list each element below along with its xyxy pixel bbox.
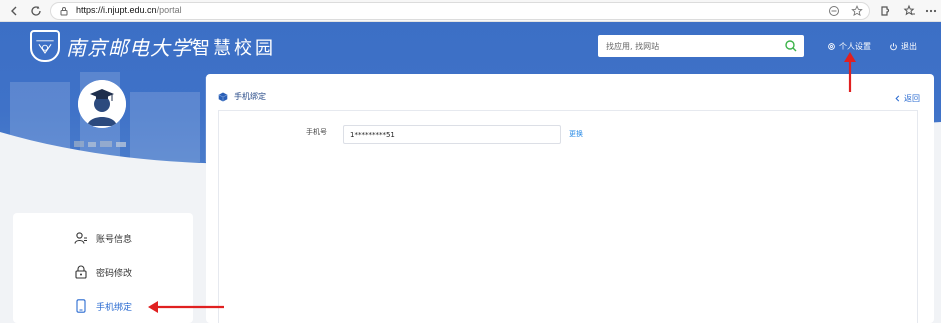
more-menu-icon[interactable]: [924, 4, 938, 18]
logo-script: 南京邮电大学·: [66, 36, 200, 60]
menu-item-label: 账号信息: [96, 234, 133, 245]
logout-label: 退出: [901, 42, 917, 51]
phone-number-field[interactable]: [343, 125, 561, 144]
menu-item-label: 密码修改: [96, 268, 133, 279]
cube-icon: [218, 92, 228, 101]
star-icon[interactable]: [851, 5, 863, 17]
panel-title-text: 手机绑定: [234, 92, 266, 101]
graduate-avatar-icon: [78, 80, 126, 128]
username-blurred: [74, 141, 126, 147]
search-icon[interactable]: [784, 39, 798, 53]
change-phone-link[interactable]: 更换: [569, 129, 583, 139]
avatar[interactable]: [78, 80, 126, 128]
menu-item-label: 手机绑定: [96, 302, 133, 313]
browser-toolbar: https://i.njupt.edu.cn/portal: [0, 0, 941, 22]
back-link[interactable]: 返回: [894, 93, 920, 104]
panel-title: 手机绑定: [218, 91, 266, 102]
phone-label: 手机号: [306, 128, 327, 136]
url-text: https://i.njupt.edu.cn/portal: [76, 5, 182, 15]
gear-icon: [828, 43, 835, 50]
menu-item-password[interactable]: 密码修改: [13, 258, 193, 286]
reload-icon[interactable]: [28, 3, 44, 19]
power-icon: [890, 43, 897, 51]
logo-title: 智慧校园: [192, 38, 276, 59]
extension-icon[interactable]: [878, 4, 892, 18]
chevron-left-icon: [895, 95, 900, 102]
menu-item-account-info[interactable]: 账号信息: [13, 224, 193, 252]
back-label: 返回: [904, 94, 920, 103]
favorites-icon[interactable]: [902, 4, 916, 18]
annotation-arrow-up: [844, 52, 856, 92]
phone-icon: [76, 299, 86, 313]
reader-mode-icon[interactable]: [828, 5, 840, 17]
address-bar[interactable]: https://i.njupt.edu.cn/portal: [50, 2, 870, 20]
main-panel: 手机绑定 返回 手机号 更换: [206, 74, 934, 323]
university-seal-icon: [30, 30, 60, 62]
annotation-arrow-left: [148, 301, 224, 313]
search-box[interactable]: [598, 35, 804, 57]
search-input[interactable]: [606, 38, 776, 54]
phone-binding-form: 手机号 更换: [218, 110, 918, 323]
url-host: https://i.njupt.edu.cn: [76, 5, 157, 15]
lock-icon: [75, 265, 87, 279]
logout-link[interactable]: 退出: [889, 41, 917, 52]
lock-icon: [60, 7, 68, 16]
back-icon[interactable]: [6, 3, 22, 19]
url-path: /portal: [156, 5, 182, 15]
user-card-icon: [74, 232, 87, 244]
